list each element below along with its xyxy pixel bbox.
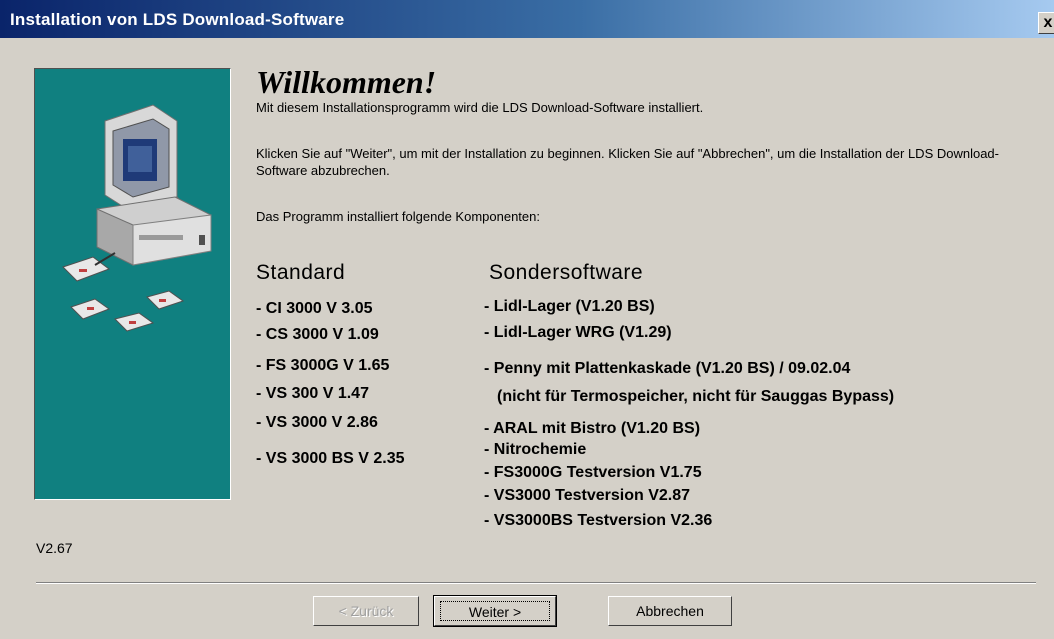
standard-item: - CS 3000 V 1.09: [256, 326, 379, 343]
sondersoftware-item: - ARAL mit Bistro (V1.20 BS): [484, 420, 701, 437]
close-icon: x: [1043, 14, 1053, 31]
sondersoftware-item: - VS3000 Testversion V2.87: [484, 487, 691, 504]
sondersoftware-item: - VS3000BS Testversion V2.36: [484, 512, 713, 529]
back-button[interactable]: < Zurück: [313, 596, 419, 626]
sondersoftware-heading: Sondersoftware: [489, 261, 644, 284]
standard-item: - VS 3000 BS V 2.35: [256, 450, 405, 467]
standard-item: - FS 3000G V 1.65: [256, 357, 390, 374]
standard-item: - VS 3000 V 2.86: [256, 414, 378, 431]
standard-item: - VS 300 V 1.47: [256, 385, 369, 402]
welcome-heading: Willkommen!: [256, 64, 437, 100]
window-title: Installation von LDS Download-Software: [10, 10, 345, 29]
title-bar[interactable]: Installation von LDS Download-Software x: [0, 0, 1054, 38]
close-button[interactable]: x: [1038, 12, 1054, 34]
separator-line: [36, 582, 1036, 584]
sondersoftware-item: - Nitrochemie: [484, 441, 587, 458]
version-label: V2.67: [36, 540, 73, 556]
cancel-button[interactable]: Abbrechen: [608, 596, 732, 626]
instruction-text: Klicken Sie auf "Weiter", um mit der Ins…: [256, 146, 999, 178]
sondersoftware-item: - FS3000G Testversion V1.75: [484, 464, 702, 481]
sondersoftware-item: - Lidl-Lager WRG (V1.29): [484, 324, 672, 341]
components-intro: Das Programm installiert folgende Kompon…: [256, 209, 540, 224]
sondersoftware-item: - Lidl-Lager (V1.20 BS): [484, 298, 655, 315]
computer-with-disks-icon: [62, 104, 212, 332]
standard-item: - CI 3000 V 3.05: [256, 300, 373, 317]
next-button[interactable]: Weiter >: [433, 595, 557, 627]
intro-text: Mit diesem Installationsprogramm wird di…: [256, 100, 704, 115]
setup-illustration: [34, 68, 231, 500]
standard-heading: Standard: [256, 261, 346, 284]
next-button-label: Weiter >: [440, 601, 550, 621]
sondersoftware-item: (nicht für Termospeicher, nicht für Saug…: [497, 388, 895, 405]
sondersoftware-item: - Penny mit Plattenkaskade (V1.20 BS) / …: [484, 360, 851, 377]
